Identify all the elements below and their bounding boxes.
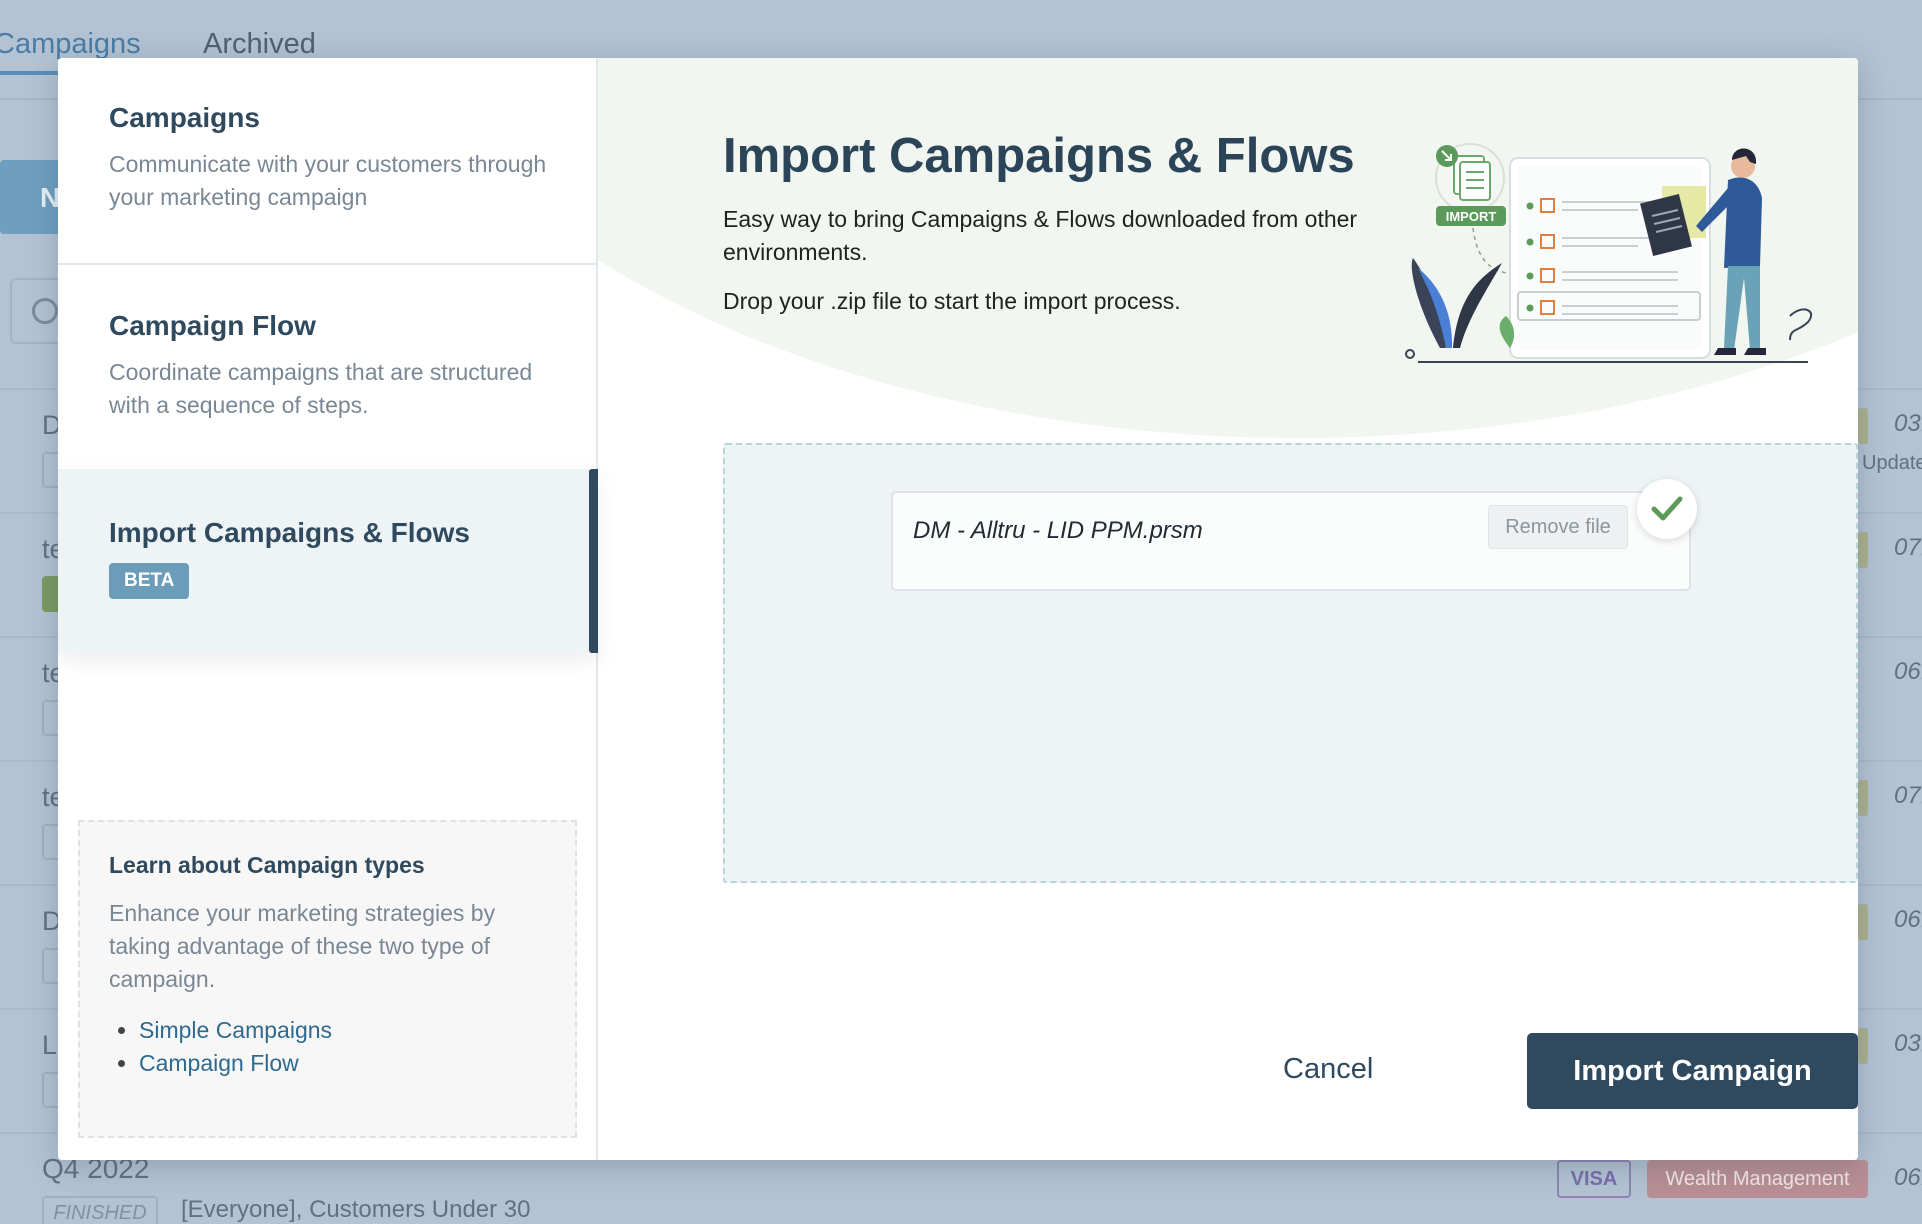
page-description: Easy way to bring Campaigns & Flows down… xyxy=(723,206,1358,265)
row-date: 06. xyxy=(1894,906,1922,933)
learn-links: Simple Campaigns Campaign Flow xyxy=(139,1014,546,1080)
sidebar-item-campaigns[interactable]: Campaigns Communicate with your customer… xyxy=(58,58,598,265)
campaign-flow-link[interactable]: Campaign Flow xyxy=(139,1050,299,1076)
tag-badge xyxy=(1858,408,1868,444)
import-campaign-button[interactable]: Import Campaign xyxy=(1527,1033,1858,1109)
tab-archived[interactable]: Archived xyxy=(203,28,316,61)
tag-badge: Wealth Management xyxy=(1647,1160,1868,1198)
row-date: 03. xyxy=(1894,1030,1922,1057)
cancel-button[interactable]: Cancel xyxy=(1283,1053,1373,1086)
file-name: DM - Alltru - LID PPM.prsm xyxy=(913,517,1203,544)
import-illustration: IMPORT xyxy=(1405,143,1813,363)
uploaded-file-card: DM - Alltru - LID PPM.prsm Remove file xyxy=(891,479,1697,591)
status-badge: FINISHED xyxy=(42,1196,158,1224)
drop-hint: Drop your .zip file to start the import … xyxy=(723,288,1181,314)
row-title: L xyxy=(42,1030,58,1060)
beta-badge: BETA xyxy=(109,563,190,599)
sidebar-item-title: Campaigns xyxy=(109,102,260,133)
row-date: 06. xyxy=(1894,1164,1922,1191)
sidebar-item-title: Import Campaigns & Flows xyxy=(109,517,470,548)
sidebar-item-description: Communicate with your customers through … xyxy=(109,151,547,210)
simple-campaigns-link[interactable]: Simple Campaigns xyxy=(139,1017,332,1043)
tag-badge xyxy=(1858,904,1868,940)
campaign-type-sidebar: Campaigns Communicate with your customer… xyxy=(58,58,598,1160)
row-date: 07. xyxy=(1894,534,1922,561)
tag-badge xyxy=(1858,780,1868,816)
import-modal: Campaigns Communicate with your customer… xyxy=(58,58,1858,1160)
row-updated: Update xyxy=(1862,452,1922,474)
row-date: 06. xyxy=(1894,658,1922,685)
remove-file-button[interactable]: Remove file xyxy=(1488,505,1628,549)
page-title: Import Campaigns & Flows xyxy=(723,129,1355,183)
import-badge-text: IMPORT xyxy=(1446,209,1497,224)
list-item: Simple Campaigns xyxy=(139,1014,546,1047)
file-dropzone[interactable]: DM - Alltru - LID PPM.prsm Remove file xyxy=(723,443,1858,883)
row-date: 03. xyxy=(1894,410,1922,437)
row-date: 07. xyxy=(1894,782,1922,809)
import-content: Import Campaigns & Flows Easy way to bri… xyxy=(598,58,1858,1160)
sidebar-item-description: Coordinate campaigns that are structured… xyxy=(109,359,533,418)
learn-panel: Learn about Campaign types Enhance your … xyxy=(78,820,577,1138)
list-item: Campaign Flow xyxy=(139,1047,546,1080)
sidebar-item-title: Campaign Flow xyxy=(109,310,316,341)
tag-badge xyxy=(1858,532,1868,568)
check-icon xyxy=(1637,479,1697,539)
sidebar-item-campaign-flow[interactable]: Campaign Flow Coordinate campaigns that … xyxy=(58,265,598,469)
sidebar-item-import[interactable]: Import Campaigns & Flows BETA xyxy=(58,469,598,653)
search-icon xyxy=(32,298,58,324)
tag-badge xyxy=(1858,1028,1868,1064)
row-audience: [Everyone], Customers Under 30 xyxy=(181,1196,531,1223)
learn-description: Enhance your marketing strategies by tak… xyxy=(109,900,496,992)
tab-campaigns[interactable]: Campaigns xyxy=(0,28,141,75)
tag-badge: VISA xyxy=(1557,1160,1631,1198)
learn-title: Learn about Campaign types xyxy=(109,852,425,878)
